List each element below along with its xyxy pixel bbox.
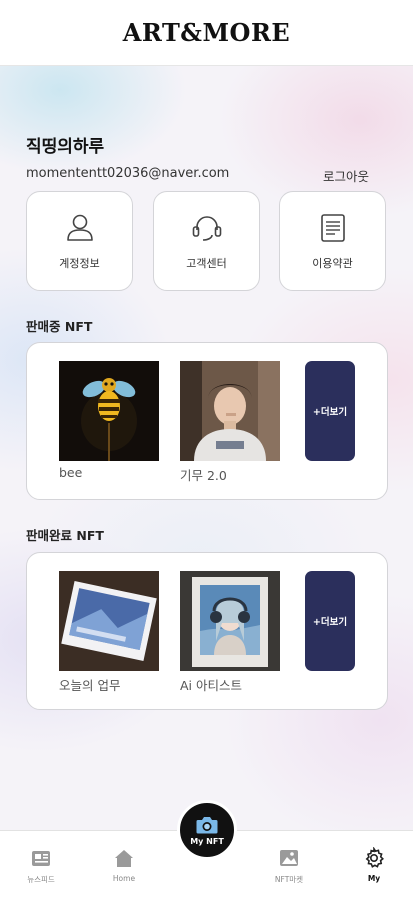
document-icon [320,214,345,242]
tab-newsfeed[interactable]: 뉴스피드 [11,847,71,885]
sold-nft-title: 판매완료 NFT [26,528,104,543]
nft-name: bee [59,465,83,480]
bee-artwork [59,361,159,461]
tab-my[interactable]: My [344,847,404,883]
blue-card-artwork [59,571,159,671]
selling-more-button[interactable]: +더보기 [305,361,355,461]
selling-nft-title: 판매중 NFT [26,319,93,334]
customer-center-label: 고객센터 [186,257,227,270]
nft-card[interactable]: Ai 아티스트 [180,571,280,694]
nft-card[interactable]: 기무 2.0 [180,361,280,484]
tab-my-nft[interactable]: My NFT [177,800,237,860]
profile-email: momententt02036@naver.com [26,166,230,181]
person-icon [66,214,93,241]
sold-more-button[interactable]: +더보기 [305,571,355,671]
home-icon [115,850,133,867]
camera-icon [196,816,218,833]
gallery-icon [280,850,298,866]
tab-label: 뉴스피드 [27,875,55,884]
tab-nft-market[interactable]: NFT마켓 [259,847,319,885]
app-header: ART&MORE [0,0,413,66]
nft-name: Ai 아티스트 [180,678,242,693]
terms-button[interactable]: 이용약관 [279,191,386,291]
account-info-button[interactable]: 계정정보 [26,191,133,291]
newsfeed-icon [32,851,50,866]
sold-nft-panel: 오늘의 업무 Ai 아티스트 +더보기 [26,552,388,710]
nft-name: 기무 2.0 [180,468,227,483]
terms-label: 이용약관 [312,257,353,270]
man-portrait-photo [180,361,280,461]
ai-girl-headphones [180,571,280,671]
nft-card[interactable]: bee [59,361,159,480]
account-info-label: 계정정보 [59,257,100,270]
logout-button[interactable]: 로그아웃 [323,166,369,185]
tab-home[interactable]: Home [94,847,154,883]
tab-label: Home [112,874,136,883]
tab-label: My [367,874,381,883]
headset-icon [192,216,221,241]
gear-icon [365,847,385,868]
tab-label: NFT마켓 [274,875,304,884]
nft-card[interactable]: 오늘의 업무 [59,571,159,694]
customer-center-button[interactable]: 고객센터 [153,191,260,291]
selling-nft-panel: bee 기무 2.0 +더보기 [26,342,388,500]
nft-name: 오늘의 업무 [59,678,121,693]
tab-label: My NFT [190,836,224,846]
app-logo: ART&MORE [122,18,291,47]
profile-name: 직띵의하루 [26,137,105,157]
